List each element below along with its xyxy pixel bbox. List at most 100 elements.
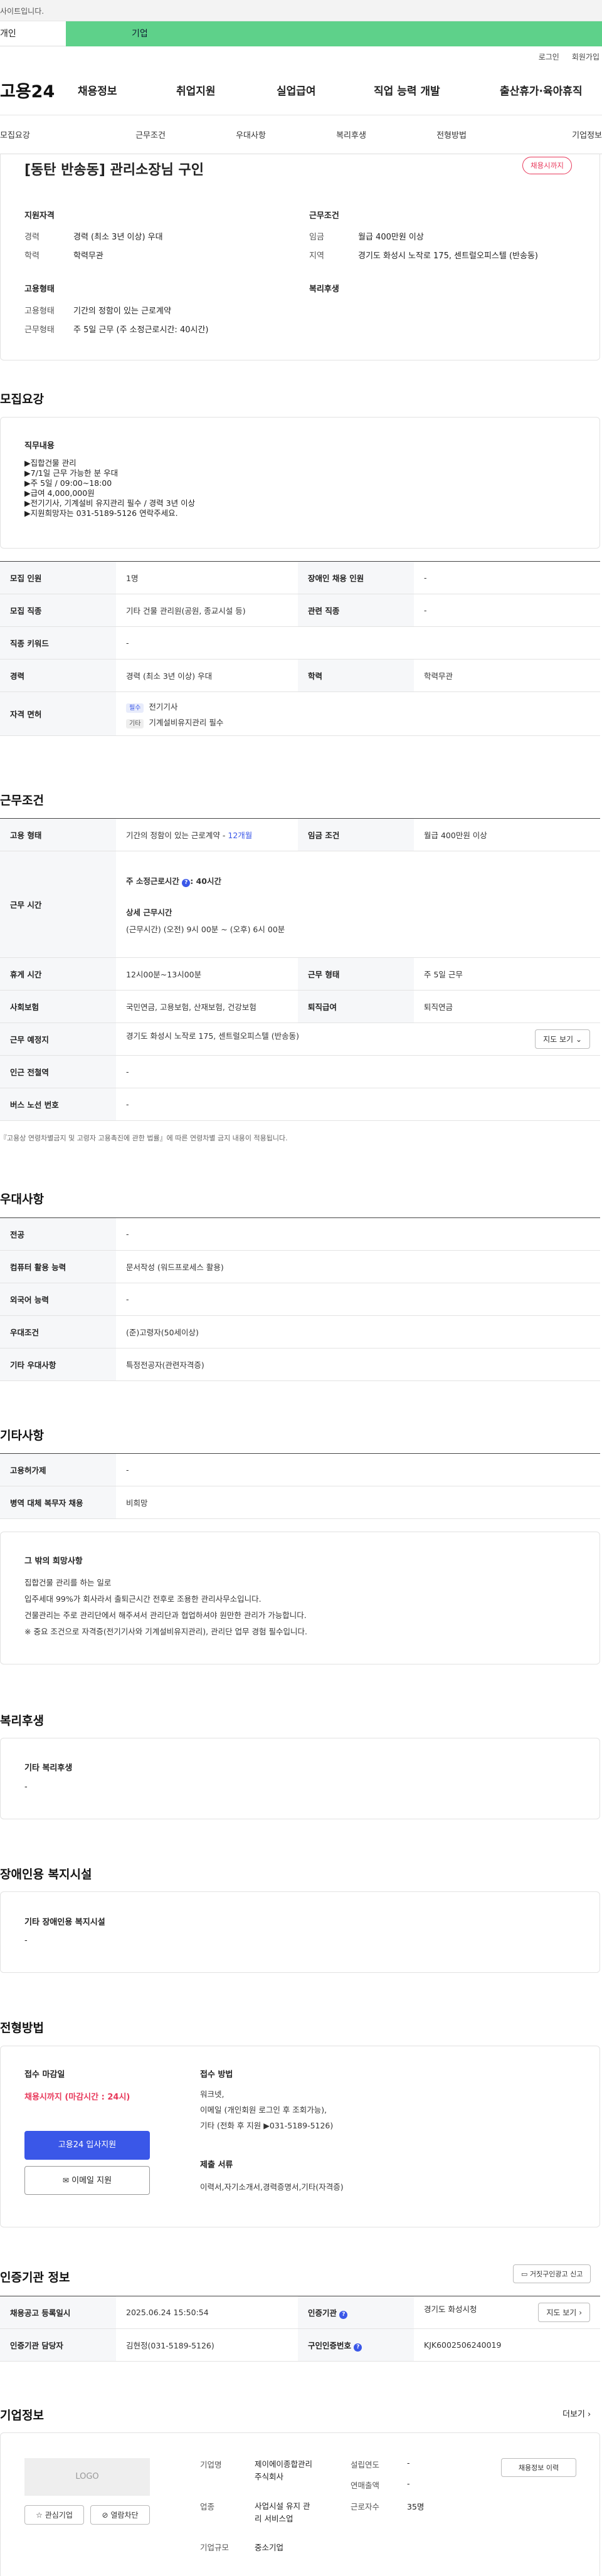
hours-detail-label: 상세 근무시간 — [126, 907, 172, 917]
welfare-box-title: 기타 복리후생 — [24, 1764, 73, 1773]
license-tag-other: 기타 — [126, 718, 144, 728]
duty-line: ▶주 5일 / 09:00~18:00 — [24, 478, 112, 488]
row-value: 기타 건물 관리원(공원, 종교시설 등) — [116, 594, 298, 627]
method-label: 접수 방법 — [200, 2070, 233, 2079]
docs-label: 제출 서류 — [200, 2160, 233, 2170]
tab-recruit[interactable]: 모집요강 — [0, 129, 100, 140]
apply-qual-label: 지원자격 — [24, 211, 55, 221]
row-value: 특정전공자(관련자격증) — [116, 1348, 600, 1381]
interest-company-button[interactable]: ☆ 관심기업 — [24, 2505, 84, 2525]
row-label: 병역 대체 복무자 채용 — [0, 1486, 116, 1519]
block-view-button[interactable]: ⊘ 열람차단 — [90, 2505, 150, 2525]
founded-label: 설립연도 — [351, 2460, 380, 2469]
deadline-badge: 채용시까지 — [522, 157, 572, 174]
duty-box: 직무내용 ▶집합건물 관리 ▶7/1일 근무 가능한 분 우대 ▶주 5일 / … — [0, 417, 600, 549]
mail-icon: ✉ — [62, 2176, 69, 2185]
tab-personal[interactable]: 개인 — [0, 21, 66, 46]
wish-line: ※ 중요 조건으로 자격증(전기기사와 기계설비유지관리), 관리단 업무 경험… — [24, 1627, 307, 1636]
sales-value: - — [407, 2479, 410, 2488]
row-label: 인근 전철역 — [0, 1055, 116, 1088]
email-apply-button[interactable]: ✉ 이메일 지원 — [24, 2166, 150, 2195]
row-label: 기타 우대사항 — [0, 1348, 116, 1381]
company-logo: LOGO — [24, 2458, 150, 2496]
nav-item-unemployment[interactable]: 실업급여 — [277, 82, 374, 98]
deadline-label: 접수 마감일 — [24, 2070, 65, 2079]
util-links: 로그인 회원가입 — [0, 46, 602, 65]
row-value: 주 5일 근무 — [414, 957, 600, 991]
welfare-title: 복리후생 — [0, 1714, 44, 1728]
row-value: - — [116, 1453, 600, 1486]
row-label: 우대조건 — [0, 1315, 116, 1348]
other-title: 기타사항 — [0, 1429, 44, 1443]
license-tag-required: 필수 — [126, 703, 144, 713]
auth-table: 채용공고 등록일시 2025.06.24 15:50:54 인증기관 ? 경기도 화성… — [0, 2296, 600, 2362]
nav-item-jobs[interactable]: 채용정보 — [78, 82, 176, 98]
top-notice: 사이트입니다. — [0, 7, 45, 16]
tab-corporate[interactable]: 기업 — [66, 21, 602, 46]
row-value: 국민연금, 고용보험, 산재보험, 건강보험 — [116, 990, 298, 1023]
summary-region: 지역 경기도 화성시 노작로 175, 센트럴오피스텔 (반송동) — [309, 251, 538, 261]
row-label: 고용허가제 — [0, 1453, 116, 1486]
selection-title: 전형방법 — [0, 2021, 44, 2035]
row-label: 고용 형태 — [0, 818, 116, 851]
row-label: 사회보험 — [0, 990, 116, 1023]
recruit-table: 모집 인원 1명 장애인 채용 인원 - 모집 직종 기타 건물 관리원(공원, 종교시… — [0, 561, 600, 736]
row-value: - — [414, 594, 600, 627]
nav-item-parental-leave[interactable]: 출산휴가·육아휴직 — [500, 82, 583, 98]
tab-selection[interactable]: 전형방법 — [401, 129, 502, 140]
logo[interactable]: 고용24 — [0, 78, 78, 102]
org-map-button[interactable]: 지도 보기 › — [538, 2303, 590, 2322]
row-label: 모집 인원 — [0, 561, 116, 594]
tab-company[interactable]: 기업정보 — [502, 129, 602, 140]
nav-item-training[interactable]: 직업 능력 개발 — [374, 82, 500, 98]
info-icon[interactable]: ? — [354, 2343, 362, 2352]
map-button[interactable]: 지도 보기 ⌄ — [535, 1029, 590, 1049]
work-cond-label: 근무조건 — [309, 211, 339, 221]
duty-content: ▶집합건물 관리 ▶7/1일 근무 가능한 분 우대 ▶주 5일 / 09:00… — [24, 458, 195, 518]
founded-value: - — [407, 2458, 410, 2468]
row-value: - — [116, 1217, 600, 1251]
row-label: 자격 면허 — [0, 691, 116, 736]
company-size: 중소기업 — [255, 2543, 284, 2552]
conditions-table: 고용 형태 기간의 정함이 있는 근로계약 - 12개월 임금 조건 월급 400만원… — [0, 818, 600, 1121]
license-item: 기계설비유지관리 필수 — [149, 717, 224, 727]
row-value: - — [414, 561, 600, 594]
login-link[interactable]: 로그인 — [539, 51, 559, 65]
row-value: 퇴직연금 — [414, 990, 600, 1023]
tab-preference[interactable]: 우대사항 — [201, 129, 301, 140]
staff-label: 근로자수 — [351, 2502, 380, 2511]
user-tabs: 개인 기업 — [0, 21, 602, 46]
apply-button[interactable]: 고용24 입사지원 — [24, 2131, 150, 2160]
row-label: 퇴직급여 — [298, 990, 414, 1023]
wish-line: 입주세대 99%가 회사라서 출퇴근시간 전후로 조용한 관리사무소입니다. — [24, 1594, 261, 1604]
row-label: 근무 형태 — [298, 957, 414, 991]
info-icon[interactable]: ? — [339, 2310, 348, 2319]
row-label: 직종 키워드 — [0, 626, 116, 660]
method-line: 워크넷, — [200, 2090, 224, 2099]
row-value: 문서작성 (워드프로세스 활용) — [116, 1250, 600, 1283]
tab-welfare[interactable]: 복리후생 — [301, 129, 401, 140]
company-more-link[interactable]: 더보기 › — [562, 2407, 591, 2419]
nav-item-employment-support[interactable]: 취업지원 — [176, 82, 277, 98]
row-label: 컴퓨터 활용 능력 — [0, 1250, 116, 1283]
info-icon[interactable]: ? — [182, 878, 191, 887]
job-title: [동탄 반송동] 관리소장님 구인 — [24, 162, 204, 178]
row-value: - — [116, 1088, 600, 1121]
recruit-title: 모집요강 — [0, 392, 44, 406]
wish-box: 그 밖의 희망사항 집합건물 관리를 하는 일로 입주세대 99%가 회사라서 … — [0, 1532, 600, 1664]
signup-link[interactable]: 회원가입 — [572, 51, 599, 65]
duty-line: ▶지원희망자는 031-5189-5126 연락주세요. — [24, 508, 178, 518]
company-name-label: 기업명 — [200, 2460, 222, 2469]
welfare-box: 기타 복리후생 - — [0, 1738, 600, 1819]
report-fake-ad-button[interactable]: ▭ 거짓구인광고 신고 — [513, 2264, 591, 2283]
recruit-history-button[interactable]: 채용정보 이력 — [501, 2458, 576, 2477]
company-biz-label: 업종 — [200, 2502, 215, 2511]
row-value: 김현정(031-5189-5126) — [116, 2328, 298, 2362]
wish-title: 그 밖의 희망사항 — [24, 1557, 83, 1566]
main-nav: 고용24 채용정보 취업지원 실업급여 직업 능력 개발 출산휴가·육아휴직 — [0, 65, 602, 115]
preference-title: 우대사항 — [0, 1192, 44, 1206]
job-summary-card: [동탄 반송동] 관리소장님 구인 채용시까지 지원자격 근무조건 경력 경력 (… — [0, 154, 600, 360]
tab-conditions[interactable]: 근무조건 — [100, 129, 201, 140]
chevron-right-icon: › — [588, 2410, 591, 2419]
disabled-box-value: - — [24, 1936, 28, 1945]
